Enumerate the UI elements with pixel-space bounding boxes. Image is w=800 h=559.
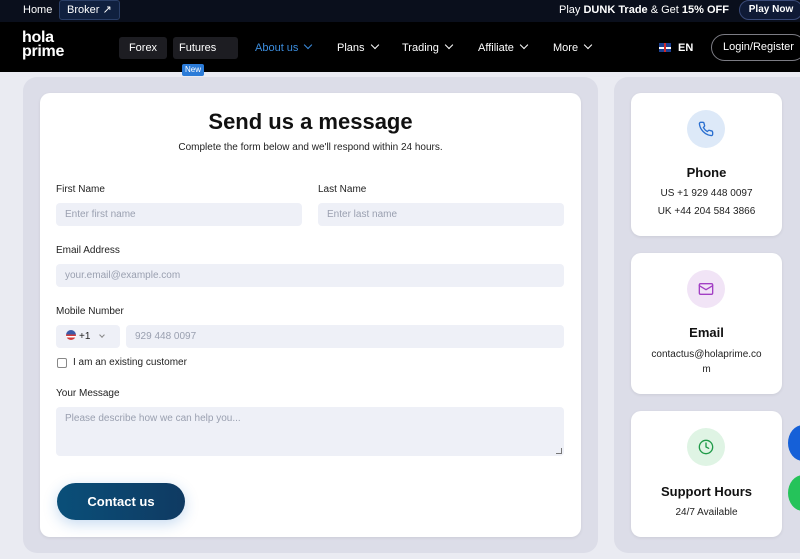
- nav-futures-label: Futures: [179, 42, 217, 54]
- clock-icon: [687, 428, 725, 466]
- promo-prefix: Play: [559, 4, 584, 16]
- logo-line2: prime: [22, 43, 65, 60]
- last-name-input[interactable]: Enter last name: [318, 203, 564, 226]
- promo-game: DUNK Trade: [583, 4, 648, 16]
- email-input[interactable]: your.email@example.com: [56, 264, 564, 287]
- nav-affiliate[interactable]: Affiliate: [478, 37, 529, 59]
- email-address-line2[interactable]: m: [631, 364, 782, 375]
- language-selector[interactable]: EN: [678, 37, 693, 59]
- nav-futures[interactable]: Futures New: [173, 37, 238, 76]
- nav-plans-label: Plans: [337, 42, 365, 54]
- nav-trading[interactable]: Trading: [402, 37, 454, 59]
- uk-flag-icon[interactable]: [659, 43, 671, 52]
- login-register-button[interactable]: Login/Register: [711, 34, 800, 61]
- chevron-down-icon: [370, 40, 379, 50]
- nav-trading-label: Trading: [402, 42, 439, 54]
- phone-icon: [687, 110, 725, 148]
- logo[interactable]: hola prime: [22, 30, 65, 60]
- contact-us-button[interactable]: Contact us: [57, 483, 185, 520]
- phone-us[interactable]: US +1 929 448 0097: [631, 188, 782, 199]
- promo-discount: 15% OFF: [681, 4, 729, 16]
- contact-form-card: Send us a message Complete the form belo…: [40, 93, 581, 537]
- chevron-down-icon: [304, 40, 313, 50]
- existing-customer-label[interactable]: I am an existing customer: [73, 357, 187, 368]
- resize-handle[interactable]: [556, 448, 562, 454]
- mobile-label: Mobile Number: [56, 306, 124, 317]
- nav-forex[interactable]: Forex: [119, 37, 167, 59]
- broker-link[interactable]: Broker ↗: [59, 0, 120, 20]
- email-address-line1[interactable]: contactus@holaprime.co: [631, 349, 782, 360]
- new-badge: New: [182, 64, 205, 76]
- first-name-label: First Name: [56, 184, 105, 195]
- support-hours-title: Support Hours: [661, 484, 752, 499]
- main-nav: hola prime Forex Futures New About us Pla…: [0, 22, 800, 76]
- promo-text[interactable]: Play DUNK Trade & Get 15% OFF: [559, 0, 729, 20]
- message-textarea[interactable]: Please describe how we can help you...: [56, 407, 564, 456]
- nav-affiliate-label: Affiliate: [478, 42, 514, 54]
- promo-bar: Home Broker ↗ Play DUNK Trade & Get 15% …: [0, 0, 800, 22]
- mobile-input[interactable]: 929 448 0097: [126, 325, 564, 348]
- support-hours-value: 24/7 Available: [675, 507, 738, 518]
- support-hours-card: Support Hours 24/7 Available: [631, 411, 782, 537]
- promo-mid: & Get: [647, 4, 682, 16]
- country-code-value: +1: [79, 331, 91, 342]
- chevron-down-icon: [444, 40, 454, 50]
- message-placeholder: Please describe how we can help you...: [65, 413, 241, 424]
- nav-about-us-label: About us: [255, 42, 299, 54]
- email-card: Email contactus@holaprime.co m: [631, 253, 782, 394]
- phone-title: Phone: [686, 165, 727, 180]
- nav-more-label: More: [553, 42, 579, 54]
- home-link[interactable]: Home: [23, 0, 52, 20]
- mail-icon: [687, 270, 725, 308]
- form-title: Send us a message: [208, 109, 413, 134]
- chevron-down-icon: [583, 40, 593, 50]
- nav-about-us[interactable]: About us: [255, 37, 313, 59]
- country-code-select[interactable]: +1: [56, 325, 120, 348]
- existing-customer-checkbox[interactable]: [57, 358, 67, 368]
- first-name-input[interactable]: Enter first name: [56, 203, 302, 226]
- email-label: Email Address: [56, 245, 120, 256]
- play-now-button[interactable]: Play Now: [739, 0, 800, 20]
- phone-uk[interactable]: UK +44 204 584 3866: [631, 206, 782, 217]
- phone-card: Phone US +1 929 448 0097 UK +44 204 584 …: [631, 93, 782, 236]
- chevron-down-icon: [519, 40, 529, 50]
- last-name-label: Last Name: [318, 184, 367, 195]
- email-title: Email: [689, 325, 724, 340]
- us-flag-icon: [66, 330, 76, 340]
- form-subtitle: Complete the form below and we'll respon…: [178, 142, 443, 153]
- message-label: Your Message: [56, 388, 120, 399]
- chevron-down-icon: [99, 332, 106, 338]
- nav-plans[interactable]: Plans: [337, 37, 379, 59]
- nav-more[interactable]: More: [553, 37, 593, 59]
